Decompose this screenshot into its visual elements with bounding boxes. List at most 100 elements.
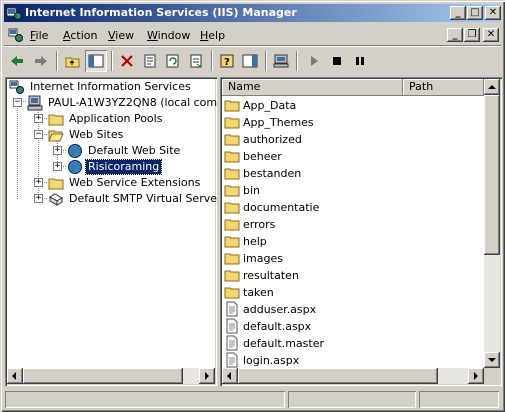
folder-icon [224,117,240,129]
column-header-name[interactable]: Name [222,79,403,96]
start-button[interactable] [303,50,325,72]
list-item-folder[interactable]: App_Themes [224,114,464,131]
expand-application-pools-toggle[interactable]: + [34,114,43,123]
expand-default-web-site-toggle[interactable]: + [53,146,62,155]
maximize-button[interactable]: □ [467,6,483,20]
folder-icon [224,185,240,197]
list-item-file[interactable]: default.master [224,335,464,352]
delete-button[interactable] [116,50,138,72]
list-item-file[interactable]: adduser.aspx [224,301,464,318]
tree-item-default-smtp-virtual-server[interactable]: + Default SMTP Virtual Server [9,191,217,207]
list-vscroll-thumb[interactable] [484,95,500,255]
delete-icon [121,55,133,67]
show-hide-tree-button[interactable] [85,50,107,72]
list-item-folder[interactable]: errors [224,216,464,233]
back-button[interactable] [6,50,28,72]
list-item-label: App_Data [243,99,297,112]
tree-label-default-smtp-virtual-server: Default SMTP Virtual Server [69,192,217,205]
child-close-button[interactable]: ✕ [483,28,499,42]
tree-scroll-right-button[interactable] [199,368,215,384]
pause-button[interactable] [349,50,371,72]
title-bar[interactable]: Internet Information Services (IIS) Mana… [4,4,501,22]
list-item-label: adduser.aspx [243,303,317,316]
file-icon [226,352,238,368]
column-header-path[interactable]: Path [403,79,484,96]
list-item-folder[interactable]: resultaten [224,267,464,284]
tree-item-risicoraming[interactable]: + Risicoraming [9,159,209,175]
list-item-label: default.aspx [243,320,312,333]
list-item-label: documentatie [243,201,320,214]
tree-item-application-pools[interactable]: + Application Pools [9,111,209,127]
refresh-button[interactable] [162,50,184,72]
folder-icon [48,178,64,190]
collapse-server-toggle[interactable]: − [13,98,22,107]
tree-scroll-left-button[interactable] [7,368,23,384]
child-restore-button[interactable]: ❐ [464,28,480,42]
show-hide-action-pane-button[interactable] [239,50,261,72]
collapse-web-sites-toggle[interactable]: − [34,130,43,139]
menu-file[interactable]: File [30,29,48,42]
minimize-button[interactable]: _ [450,6,466,20]
stop-icon [333,57,341,65]
tree-item-server[interactable]: − PAUL-A1W3YZ2QN8 (local computer) [9,95,217,111]
list-item-file[interactable]: login.aspx [224,352,464,369]
arrow-right-icon [205,372,209,380]
computer-icon [273,54,289,68]
status-cell-main [5,391,285,408]
console-icon[interactable] [8,27,24,43]
list-item-folder[interactable]: beheer [224,148,464,165]
list-item-label: beheer [243,150,282,163]
list-item-label: authorized [243,133,302,146]
folder-icon [224,151,240,163]
list-item-label: App_Themes [243,116,314,129]
connect-computer-button[interactable] [270,50,292,72]
list-item-folder[interactable]: images [224,250,464,267]
folder-icon [224,270,240,282]
menu-help[interactable]: Help [200,29,225,42]
list-item-folder[interactable]: App_Data [224,97,464,114]
tree-item-default-web-site[interactable]: + Default Web Site [9,143,209,159]
tree-item-web-service-extensions[interactable]: + Web Service Extensions [9,175,209,191]
list-item-folder[interactable]: help [224,233,464,250]
list-item-folder[interactable]: bestanden [224,165,464,182]
stop-button[interactable] [326,50,348,72]
list-item-folder[interactable]: taken [224,284,464,301]
list-item-label: bin [243,184,261,197]
list-item-folder[interactable]: documentatie [224,199,464,216]
export-list-icon [190,54,202,69]
tree-item-iis-root[interactable]: Internet Information Services [9,79,209,95]
folder-icon [224,134,240,146]
list-scroll-down-button[interactable] [484,352,500,368]
list-scroll-left-button[interactable] [222,368,238,384]
list-scroll-right-button[interactable] [468,368,484,384]
list-item-folder[interactable]: bin [224,182,464,199]
svg-text:?: ? [224,57,230,68]
list-item-label: errors [243,218,276,231]
up-folder-icon [65,57,80,68]
list-hscroll-thumb[interactable] [238,368,438,384]
list-item-label: login.aspx [243,354,300,367]
export-list-button[interactable] [185,50,207,72]
folder-icon [224,202,240,214]
list-item-file[interactable]: default.aspx [224,318,464,335]
smtp-mail-icon [49,193,63,206]
expand-web-service-extensions-toggle[interactable]: + [34,178,43,187]
list-scroll-up-button[interactable] [484,79,500,95]
expand-risicoraming-toggle[interactable]: + [53,162,62,171]
help-button[interactable]: ? [216,50,238,72]
forward-button[interactable] [30,50,52,72]
menu-window[interactable]: Window [147,29,190,42]
tree-scroll-thumb[interactable] [23,368,183,384]
child-minimize-button[interactable]: _ [447,28,463,42]
folder-icon [48,114,64,126]
menu-action[interactable]: Action [63,29,97,42]
close-button[interactable]: ✕ [485,6,501,20]
tree-item-web-sites[interactable]: − Web Sites [9,127,209,143]
up-one-level-button[interactable] [62,50,84,72]
properties-button[interactable] [139,50,161,72]
list-item-folder[interactable]: authorized [224,131,464,148]
menu-view[interactable]: View [108,29,134,42]
status-cell-tertiary [419,391,499,408]
open-folder-icon [48,130,64,142]
expand-smtp-toggle[interactable]: + [34,194,43,203]
